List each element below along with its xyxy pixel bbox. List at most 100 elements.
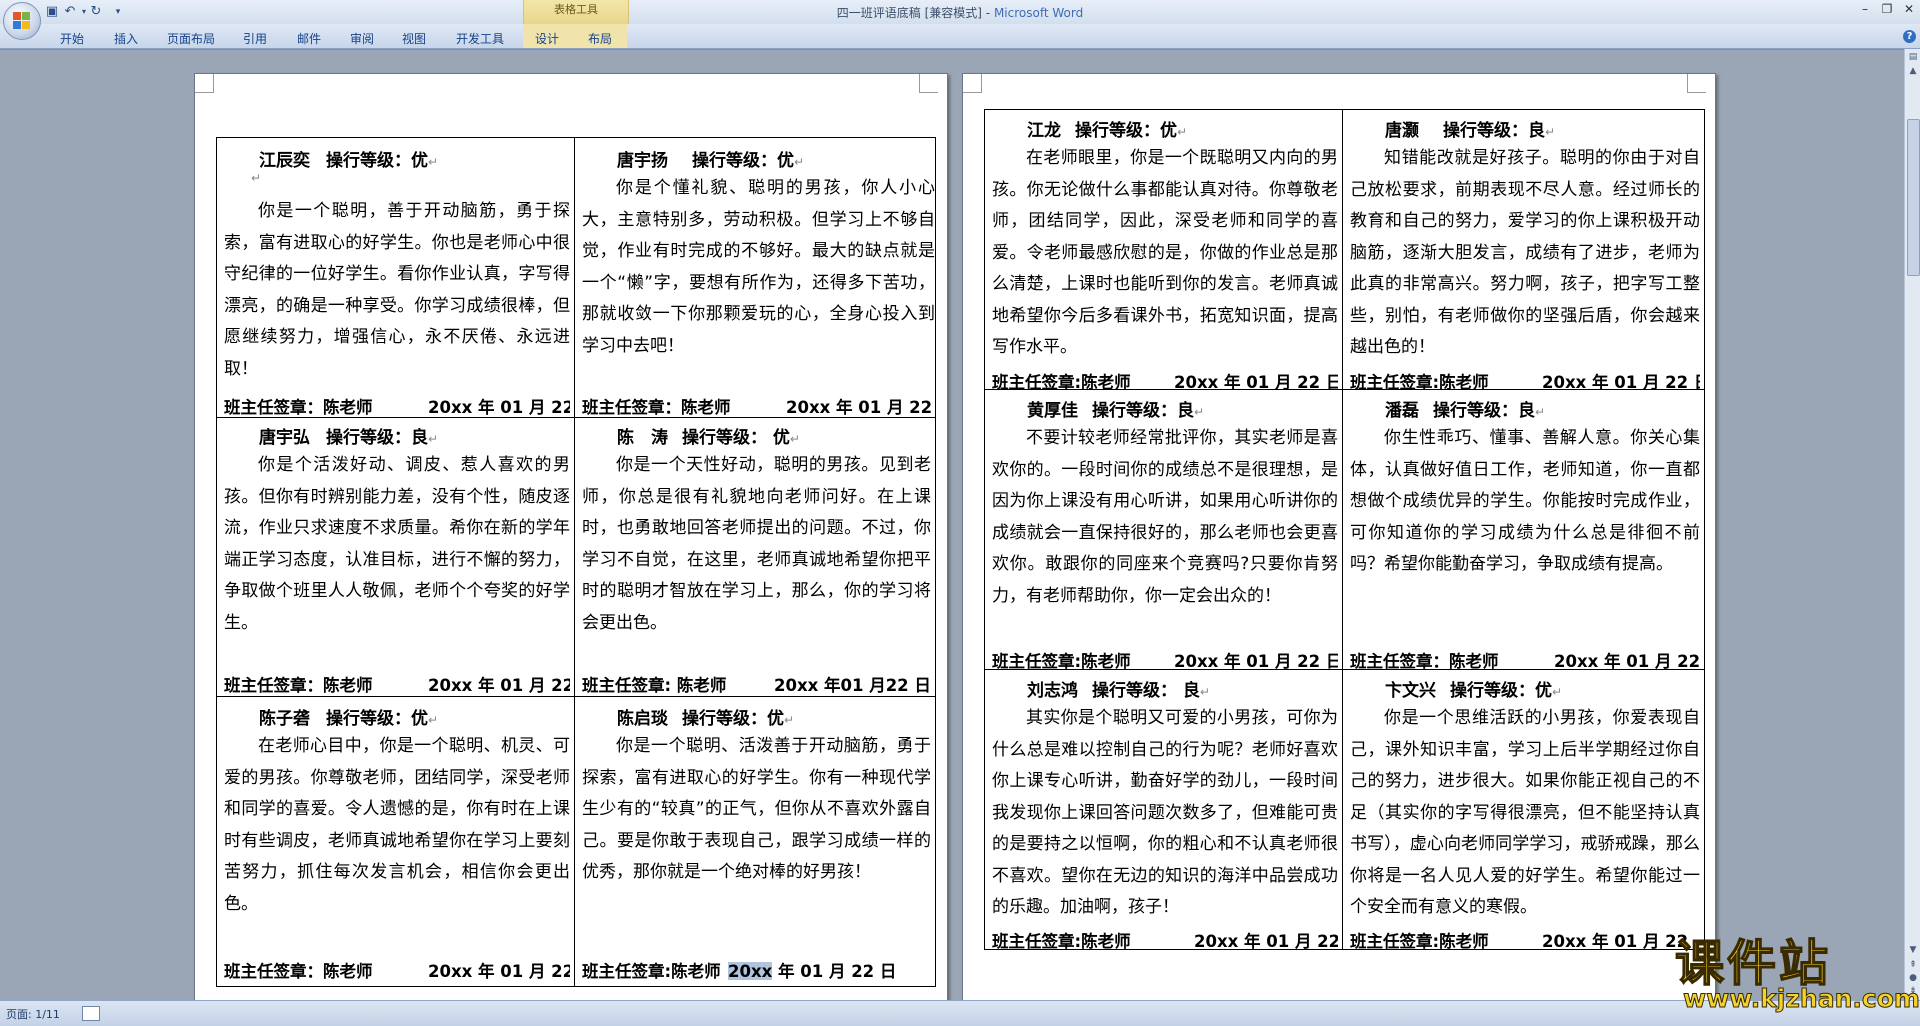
grade: 操行等级：优 — [326, 151, 428, 171]
crop-mark — [963, 74, 982, 93]
signature: 班主任签章：陈老师 — [224, 676, 373, 694]
signature: 班主任签章:陈老师 — [992, 373, 1131, 390]
page-indicator[interactable]: 页面: 1/11 — [6, 1006, 60, 1022]
ribbon-tab-bar: 开始 插入 页面布局 引用 邮件 审阅 视图 开发工具 设计 布局 — [0, 24, 1920, 49]
comment-text: 你是个活泼好动、调皮、惹人喜欢的男孩。但你有时辨别能力差，没有个性，随皮逐流，作… — [224, 455, 570, 633]
signature: 班主任签章：陈老师 — [224, 962, 373, 980]
student-name: 唐灏 — [1385, 121, 1419, 141]
grade: 操行等级：良 — [326, 428, 428, 448]
signature: 班主任签章:陈老师 — [992, 652, 1131, 670]
save-icon[interactable]: ▣ — [44, 4, 60, 20]
student-name: 卞文兴 — [1385, 681, 1436, 701]
date: 20xx 年 01 月 22 — [1554, 652, 1700, 670]
table-cell[interactable]: 江辰奕 操行等级：优↵ ↵ 你是一个聪明，善于开动脑筋，勇于探索，富有进取心的好学… — [216, 137, 575, 418]
tab-mailings[interactable]: 邮件 — [297, 30, 321, 47]
watermark-url: www.kjzhan.com — [1683, 984, 1920, 1014]
comment-text: 你生性乖巧、懂事、善解人意。你关心集体，认真做好值日工作，老师知道，你一直都想做… — [1350, 428, 1700, 574]
comments-table[interactable]: 江龙 操行等级：优↵ 在老师眼里，你是一个既聪明又内向的男孩。你无论做什么事都能认… — [984, 109, 1705, 950]
comment-text: 在老师心目中，你是一个聪明、机灵、可爱的男孩。你尊敬老师，团结同学，深受老师和同… — [224, 736, 570, 914]
student-name: 刘志鸿 — [1027, 681, 1078, 701]
table-cell[interactable]: 唐宇扬 操行等级：优↵ 你是个懂礼貌、聪明的男孩，你人小心大，主意特别多，劳动积极… — [574, 137, 936, 418]
table-cell[interactable]: 陈子砻 操行等级：优↵ 在老师心目中，你是一个聪明、机灵、可爱的男孩。你尊敬老师，… — [216, 696, 575, 987]
comment-text: 你是个懂礼貌、聪明的男孩，你人小心大，主意特别多，劳动积极。但学习上不够自觉，作… — [582, 178, 935, 356]
student-header: 陈启琰 操行等级：优↵ — [576, 698, 935, 729]
table-cell[interactable]: 陈 涛操行等级： 优↵ 你是一个天性好动，聪明的男孩。见到老师，你总是很有礼貌地… — [574, 417, 936, 697]
signature: 班主任签章:陈老师 — [1350, 932, 1489, 950]
table-cell[interactable]: 黄厚佳 操行等级：良↵ 不要计较老师经常批评你，其实老师是喜欢你的。一段时间你的成… — [984, 389, 1343, 670]
tab-developer[interactable]: 开发工具 — [456, 30, 504, 47]
signature: 班主任签章:陈老师 — [1350, 373, 1489, 390]
signature-line: 班主任签章:陈老师 20xx 年 01 月 22 日 — [582, 958, 931, 980]
comment-text: 你是一个聪明、活泼善于开动脑筋，勇于探索，富有进取心的好学生。你有一种现代学生少… — [582, 736, 931, 882]
office-button[interactable] — [3, 2, 41, 40]
grade: 操行等级：优 — [1075, 121, 1177, 141]
student-header: 潘磊 操行等级：良↵ — [1344, 391, 1704, 421]
grade: 操行等级：优 — [326, 709, 428, 729]
table-cell[interactable]: 唐宇弘 操行等级：良↵ 你是个活泼好动、调皮、惹人喜欢的男孩。但你有时辨别能力差，… — [216, 417, 575, 697]
tab-page-layout[interactable]: 页面布局 — [167, 30, 215, 47]
date: 20xx 年01 月22 日 — [774, 676, 931, 694]
redo-icon[interactable]: ↻ — [88, 4, 104, 20]
comments-table[interactable]: 江辰奕 操行等级：优↵ ↵ 你是一个聪明，善于开动脑筋，勇于探索，富有进取心的好学… — [216, 137, 936, 987]
student-header: 唐宇扬 操行等级：优↵ — [576, 139, 935, 171]
page-1[interactable]: 江辰奕 操行等级：优↵ ↵ 你是一个聪明，善于开动脑筋，勇于探索，富有进取心的好学… — [194, 73, 948, 1000]
student-name: 陈子砻 — [259, 709, 310, 729]
student-header: 陈子砻 操行等级：优↵ — [218, 698, 574, 729]
student-name: 唐宇弘 — [259, 428, 310, 448]
title-bar: 四一班评语底稿 [兼容模式] - Microsoft Word ▣ ↶ ▾ ↻ … — [0, 0, 1920, 24]
student-header: 陈 涛操行等级： 优↵ — [576, 419, 935, 448]
student-header: 唐宇弘 操行等级：良↵ — [218, 419, 574, 448]
watermark-logo: 课件站 www.kjzhan.com — [1665, 924, 1920, 1025]
minimize-icon[interactable]: – — [1854, 2, 1876, 16]
signature-line: 班主任签章：陈老师 20xx 年 01 月 22 — [224, 958, 570, 980]
student-name: 黄厚佳 — [1027, 401, 1078, 421]
student-name: 陈启琰 — [617, 709, 668, 729]
signature-line: 班主任签章:陈老师 20xx 年 01 月 22 日 — [992, 369, 1338, 390]
tab-insert[interactable]: 插入 — [114, 30, 138, 47]
student-header: 刘志鸿 操行等级： 良↵ — [986, 671, 1342, 701]
customize-qat-icon[interactable]: ▾ — [110, 4, 126, 20]
crop-mark — [1687, 74, 1706, 93]
date: 20xx 年 01 月 22 — [1194, 932, 1338, 950]
proofing-icon[interactable] — [82, 1006, 100, 1021]
table-cell[interactable]: 唐灏 操行等级：良↵ 知错能改就是好孩子。聪明的你由于对自己放松要求，前期表现不尽… — [1342, 109, 1705, 390]
date: 20xx 年 01 月 22 — [786, 398, 931, 416]
table-cell[interactable]: 江龙 操行等级：优↵ 在老师眼里，你是一个既聪明又内向的男孩。你无论做什么事都能认… — [984, 109, 1343, 390]
tab-references[interactable]: 引用 — [243, 30, 267, 47]
student-header: 江辰奕 操行等级：优↵ — [218, 139, 574, 171]
app-name: Microsoft Word — [993, 6, 1084, 20]
table-cell[interactable]: 潘磊 操行等级：良↵ 你生性乖巧、懂事、善解人意。你关心集体，认真做好值日工作，老… — [1342, 389, 1705, 670]
table-cell[interactable]: 刘志鸿 操行等级： 良↵ 其实你是个聪明又可爱的小男孩，可你为什么总是难以控制自己… — [984, 669, 1343, 950]
tab-view[interactable]: 视图 — [402, 30, 426, 47]
student-name: 江辰奕 — [259, 151, 310, 171]
tab-review[interactable]: 审阅 — [350, 30, 374, 47]
office-logo-icon — [13, 12, 31, 30]
scroll-thumb[interactable] — [1907, 119, 1920, 276]
tab-design[interactable]: 设计 — [535, 30, 559, 47]
comment-text: 你是一个思维活跃的小男孩，你爱表现自己，课外知识丰富，学习上后半学期经过你自己的… — [1350, 708, 1700, 917]
help-icon[interactable]: ? — [1903, 30, 1916, 43]
signature-line: 班主任签章：陈老师 20xx 年 01 月 22 — [582, 394, 931, 416]
table-tools-label: 表格工具 — [554, 3, 598, 16]
selected-text[interactable]: 20xx — [728, 962, 773, 980]
grade: 操行等级： 良 — [1092, 681, 1200, 701]
scroll-up-icon[interactable]: ▲ — [1907, 65, 1919, 77]
signature: 班主任签章:陈老师 — [582, 962, 721, 980]
table-cell[interactable]: 卞文兴 操行等级：优↵ 你是一个思维活跃的小男孩，你爱表现自己，课外知识丰富，学习… — [1342, 669, 1705, 950]
comment-text: 不要计较老师经常批评你，其实老师是喜欢你的。一段时间你的成绩总不是很理想，是因为… — [992, 428, 1338, 606]
signature: 班主任签章：陈老师 — [582, 398, 731, 416]
ruler-toggle-icon[interactable]: ▤ — [1907, 51, 1919, 63]
page-2[interactable]: 江龙 操行等级：优↵ 在老师眼里，你是一个既聪明又内向的男孩。你无论做什么事都能认… — [962, 73, 1716, 1000]
date: 20xx 年 01 月 22 — [428, 398, 570, 416]
student-header: 唐灏 操行等级：良↵ — [1344, 111, 1704, 141]
restore-icon[interactable]: ❐ — [1876, 2, 1898, 16]
empty-paragraph: ↵ — [251, 171, 262, 185]
vertical-scrollbar[interactable]: ▤ ▲ ▼ ⇞ ● ⇟ — [1904, 49, 1920, 1000]
date: 20xx 年 01 月 22 — [428, 676, 570, 694]
table-cell[interactable]: 陈启琰 操行等级：优↵ 你是一个聪明、活泼善于开动脑筋，勇于探索，富有进取心的好学… — [574, 696, 936, 987]
close-icon[interactable]: ✕ — [1898, 2, 1920, 16]
student-header: 卞文兴 操行等级：优↵ — [1344, 671, 1704, 701]
tab-home[interactable]: 开始 — [60, 30, 84, 47]
tab-layout[interactable]: 布局 — [588, 30, 612, 47]
student-header: 黄厚佳 操行等级：良↵ — [986, 391, 1342, 421]
